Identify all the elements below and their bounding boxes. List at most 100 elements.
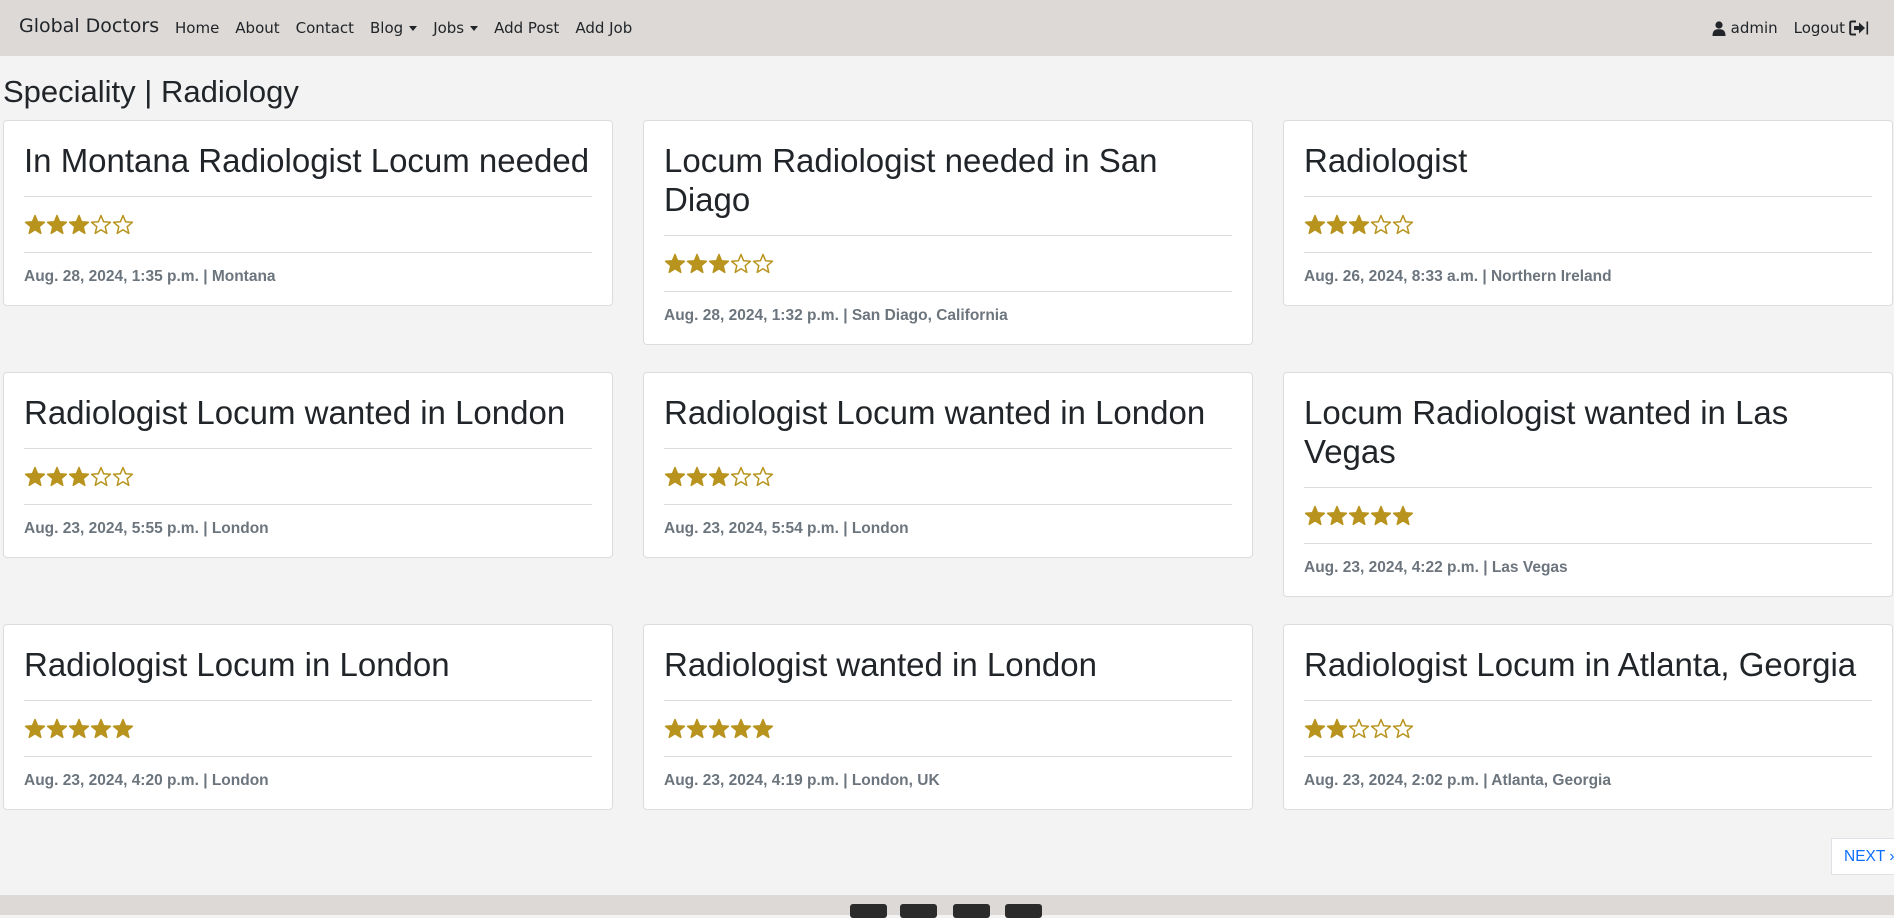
star-filled-icon — [664, 253, 686, 274]
star-filled-icon — [708, 718, 730, 739]
star-empty-icon — [730, 253, 752, 274]
divider — [24, 756, 592, 757]
divider — [1304, 196, 1872, 197]
star-filled-icon — [68, 718, 90, 739]
nav-about[interactable]: About — [235, 19, 279, 37]
job-meta: Aug. 23, 2024, 4:19 p.m. | London, UK — [664, 772, 940, 789]
star-filled-icon — [112, 718, 134, 739]
job-title[interactable]: Locum Radiologist wanted in Las Vegas — [1304, 393, 1872, 471]
job-title[interactable]: Radiologist Locum wanted in London — [664, 393, 1232, 432]
job-title[interactable]: Radiologist — [1304, 141, 1872, 180]
nav-blog-dropdown[interactable]: Blog — [370, 19, 418, 37]
job-card[interactable]: In Montana Radiologist Locum needed Aug.… — [3, 120, 613, 306]
star-filled-icon — [708, 466, 730, 487]
star-empty-icon — [112, 214, 134, 235]
star-filled-icon — [1326, 505, 1348, 526]
divider — [1304, 252, 1872, 253]
star-empty-icon — [1392, 214, 1414, 235]
star-empty-icon — [730, 466, 752, 487]
star-rating — [664, 253, 1232, 275]
navbar: Global Doctors Home About Contact Blog J… — [0, 0, 1894, 56]
star-filled-icon — [24, 214, 46, 235]
job-card[interactable]: Radiologist Aug. 26, 2024, 8:33 a.m. | N… — [1283, 120, 1893, 306]
star-filled-icon — [664, 718, 686, 739]
job-meta: Aug. 28, 2024, 1:32 p.m. | San Diago, Ca… — [664, 307, 1008, 324]
star-rating — [24, 214, 592, 236]
star-rating — [1304, 505, 1872, 527]
star-filled-icon — [1304, 214, 1326, 235]
job-card[interactable]: Radiologist Locum in London Aug. 23, 202… — [3, 624, 613, 810]
job-title[interactable]: In Montana Radiologist Locum needed — [24, 141, 592, 180]
footer-social-button[interactable] — [1005, 904, 1042, 918]
star-rating — [24, 718, 592, 740]
divider — [664, 235, 1232, 236]
star-rating — [24, 466, 592, 488]
star-empty-icon — [1370, 214, 1392, 235]
job-meta: Aug. 23, 2024, 2:02 p.m. | Atlanta, Geor… — [1304, 772, 1611, 789]
footer-social-button[interactable] — [850, 904, 887, 918]
nav-links: Home About Contact Blog Jobs Add Post Ad… — [175, 19, 648, 37]
job-title[interactable]: Radiologist wanted in London — [664, 645, 1232, 684]
divider — [664, 291, 1232, 292]
caret-down-icon — [470, 25, 479, 31]
footer-social-button[interactable] — [900, 904, 937, 918]
star-filled-icon — [90, 718, 112, 739]
star-filled-icon — [664, 466, 686, 487]
nav-home[interactable]: Home — [175, 19, 219, 37]
star-filled-icon — [1304, 718, 1326, 739]
divider — [24, 700, 592, 701]
nav-add-post[interactable]: Add Post — [494, 19, 559, 37]
divider — [664, 756, 1232, 757]
job-card[interactable]: Locum Radiologist needed in San Diago Au… — [643, 120, 1253, 345]
star-filled-icon — [686, 466, 708, 487]
star-rating — [664, 466, 1232, 488]
star-empty-icon — [112, 466, 134, 487]
logout-label: Logout — [1793, 19, 1845, 37]
job-title[interactable]: Locum Radiologist needed in San Diago — [664, 141, 1232, 219]
star-filled-icon — [1392, 505, 1414, 526]
sign-out-icon — [1849, 20, 1869, 36]
divider — [1304, 756, 1872, 757]
job-title[interactable]: Radiologist Locum in London — [24, 645, 592, 684]
nav-user-area: admin Logout — [1696, 19, 1869, 37]
job-title[interactable]: Radiologist Locum in Atlanta, Georgia — [1304, 645, 1872, 684]
star-empty-icon — [90, 466, 112, 487]
star-rating — [1304, 214, 1872, 236]
footer — [0, 895, 1894, 918]
divider — [24, 504, 592, 505]
user-menu-link[interactable]: admin — [1712, 19, 1778, 37]
job-card[interactable]: Locum Radiologist wanted in Las Vegas Au… — [1283, 372, 1893, 597]
nav-jobs-label: Jobs — [433, 19, 465, 37]
page-title: Speciality | Radiology — [3, 74, 299, 109]
divider — [664, 700, 1232, 701]
star-filled-icon — [1326, 214, 1348, 235]
job-meta: Aug. 23, 2024, 5:54 p.m. | London — [664, 520, 909, 537]
star-filled-icon — [24, 466, 46, 487]
job-card[interactable]: Radiologist Locum in Atlanta, Georgia Au… — [1283, 624, 1893, 810]
star-filled-icon — [1348, 505, 1370, 526]
job-meta: Aug. 23, 2024, 4:22 p.m. | Las Vegas — [1304, 559, 1568, 576]
brand-link[interactable]: Global Doctors — [19, 15, 159, 37]
star-empty-icon — [752, 253, 774, 274]
star-empty-icon — [90, 214, 112, 235]
star-filled-icon — [68, 214, 90, 235]
nav-jobs-dropdown[interactable]: Jobs — [433, 19, 479, 37]
job-title[interactable]: Radiologist Locum wanted in London — [24, 393, 592, 432]
caret-down-icon — [409, 25, 418, 31]
job-meta: Aug. 28, 2024, 1:35 p.m. | Montana — [24, 268, 276, 285]
next-page-button[interactable]: NEXT » — [1831, 838, 1894, 875]
job-meta: Aug. 23, 2024, 4:20 p.m. | London — [24, 772, 269, 789]
footer-social-button[interactable] — [953, 904, 990, 918]
divider — [1304, 700, 1872, 701]
job-card[interactable]: Radiologist wanted in London Aug. 23, 20… — [643, 624, 1253, 810]
logout-link[interactable]: Logout — [1794, 19, 1869, 37]
star-filled-icon — [24, 718, 46, 739]
job-card[interactable]: Radiologist Locum wanted in London Aug. … — [643, 372, 1253, 558]
star-filled-icon — [686, 253, 708, 274]
nav-contact[interactable]: Contact — [296, 19, 354, 37]
star-rating — [664, 718, 1232, 740]
star-filled-icon — [1326, 718, 1348, 739]
job-card[interactable]: Radiologist Locum wanted in London Aug. … — [3, 372, 613, 558]
nav-add-job[interactable]: Add Job — [575, 19, 632, 37]
star-filled-icon — [686, 718, 708, 739]
